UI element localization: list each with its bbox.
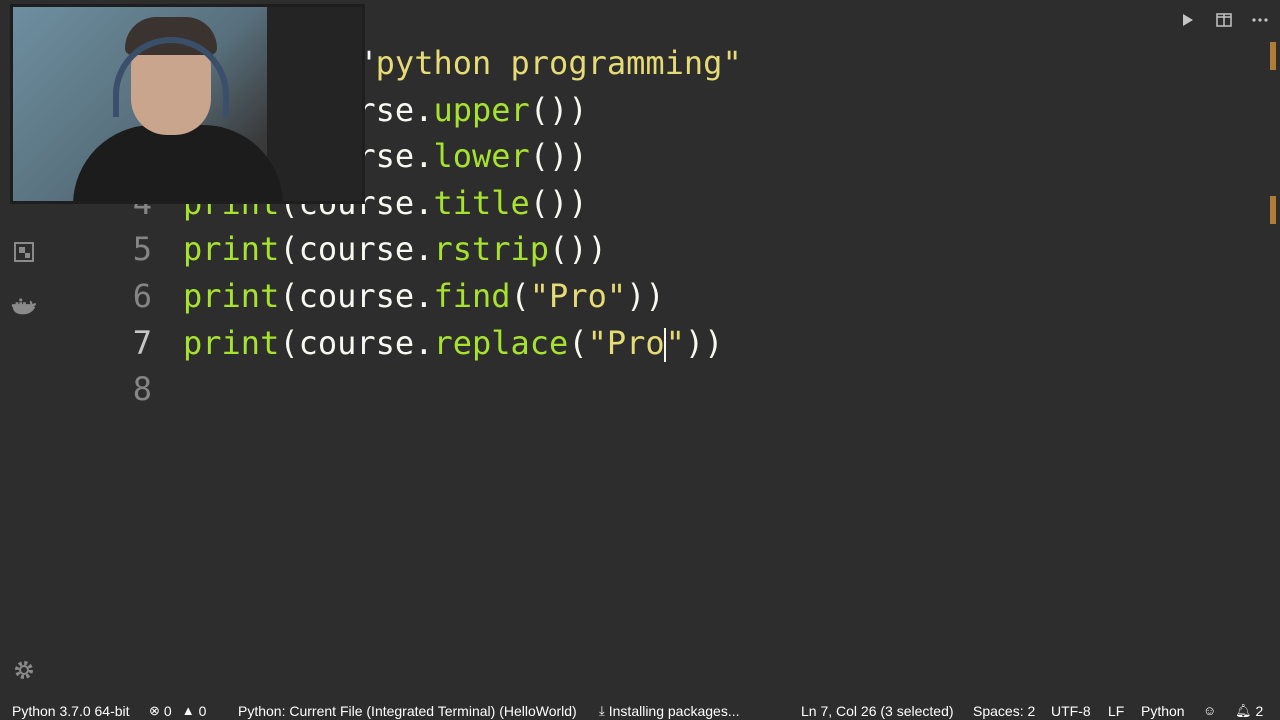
code-token: upper	[433, 90, 530, 129]
code-token: (course.	[279, 323, 434, 362]
code-text[interactable]: print(course.find("Pro"))	[183, 273, 665, 320]
encoding[interactable]: UTF-8	[1051, 702, 1091, 720]
language-mode[interactable]: Python	[1141, 702, 1185, 720]
code-token: ())	[549, 230, 607, 269]
docker-icon[interactable]	[10, 292, 38, 320]
cursor-position[interactable]: Ln 7, Col 26 (3 selected)	[801, 702, 954, 720]
python-interpreter[interactable]: Python 3.7.0 64-bit	[12, 702, 130, 720]
code-token: "Pro	[587, 323, 665, 362]
feedback-icon[interactable]: ☺	[1203, 702, 1216, 720]
code-text[interactable]: print(course.rstrip())	[183, 226, 607, 273]
line-number: 7	[132, 323, 152, 362]
webcam-person-body	[73, 125, 283, 201]
split-editor-icon[interactable]	[1212, 8, 1236, 32]
code-token: print	[183, 323, 280, 362]
task-status[interactable]: ⤓ Installing packages...	[599, 702, 740, 720]
code-token: ())	[529, 183, 588, 222]
extensions-icon[interactable]	[10, 238, 38, 266]
code-token: ())	[529, 90, 588, 129]
line-number: 5	[132, 230, 152, 269]
code-token: lower	[433, 137, 530, 176]
play-icon[interactable]	[1176, 8, 1200, 32]
code-token: (course.	[279, 230, 434, 269]
line-number: 6	[132, 276, 152, 315]
webcam-chair	[267, 7, 362, 201]
line-number: 8	[132, 370, 152, 409]
code-token: ))	[626, 276, 665, 315]
code-token: rstrip	[433, 230, 550, 269]
problems-indicator[interactable]: ⊗ 0 ▲ 0	[149, 702, 206, 720]
code-token: "	[665, 323, 685, 362]
indentation[interactable]: Spaces: 2	[973, 702, 1035, 720]
code-token: "Pro"	[529, 276, 627, 315]
code-token: find	[433, 276, 511, 315]
end-of-line[interactable]: LF	[1108, 702, 1124, 720]
settings-gear-icon[interactable]	[10, 656, 38, 684]
error-icon: ⊗	[149, 703, 160, 718]
code-token: (	[510, 276, 530, 315]
code-token: (	[568, 323, 588, 362]
bell-icon: 🔔︎	[1235, 703, 1252, 718]
vertical-scrollbar[interactable]	[1266, 0, 1280, 702]
code-token: print	[183, 276, 280, 315]
code-token: ())	[529, 137, 588, 176]
overview-ruler-mark	[1270, 42, 1276, 70]
code-token: ))	[684, 323, 724, 362]
code-token: python programming"	[375, 44, 742, 82]
code-token: (course.	[279, 276, 434, 315]
code-token: title	[433, 183, 530, 222]
editor-actions	[1176, 8, 1272, 32]
code-token: replace	[433, 323, 569, 362]
debug-configuration[interactable]: Python: Current File (Integrated Termina…	[238, 702, 577, 720]
status-bar: Python 3.7.0 64-bit ⊗ 0 ▲ 0 Python: Curr…	[0, 702, 1280, 720]
code-token: print	[183, 230, 280, 269]
notifications[interactable]: 🔔︎ 2	[1235, 702, 1263, 720]
webcam-overlay	[10, 4, 365, 204]
warning-icon: ▲	[181, 703, 195, 718]
overview-ruler-mark	[1270, 196, 1276, 224]
code-text[interactable]: print(course.replace("Pro"))	[183, 320, 723, 367]
download-icon: ⤓	[599, 703, 605, 718]
